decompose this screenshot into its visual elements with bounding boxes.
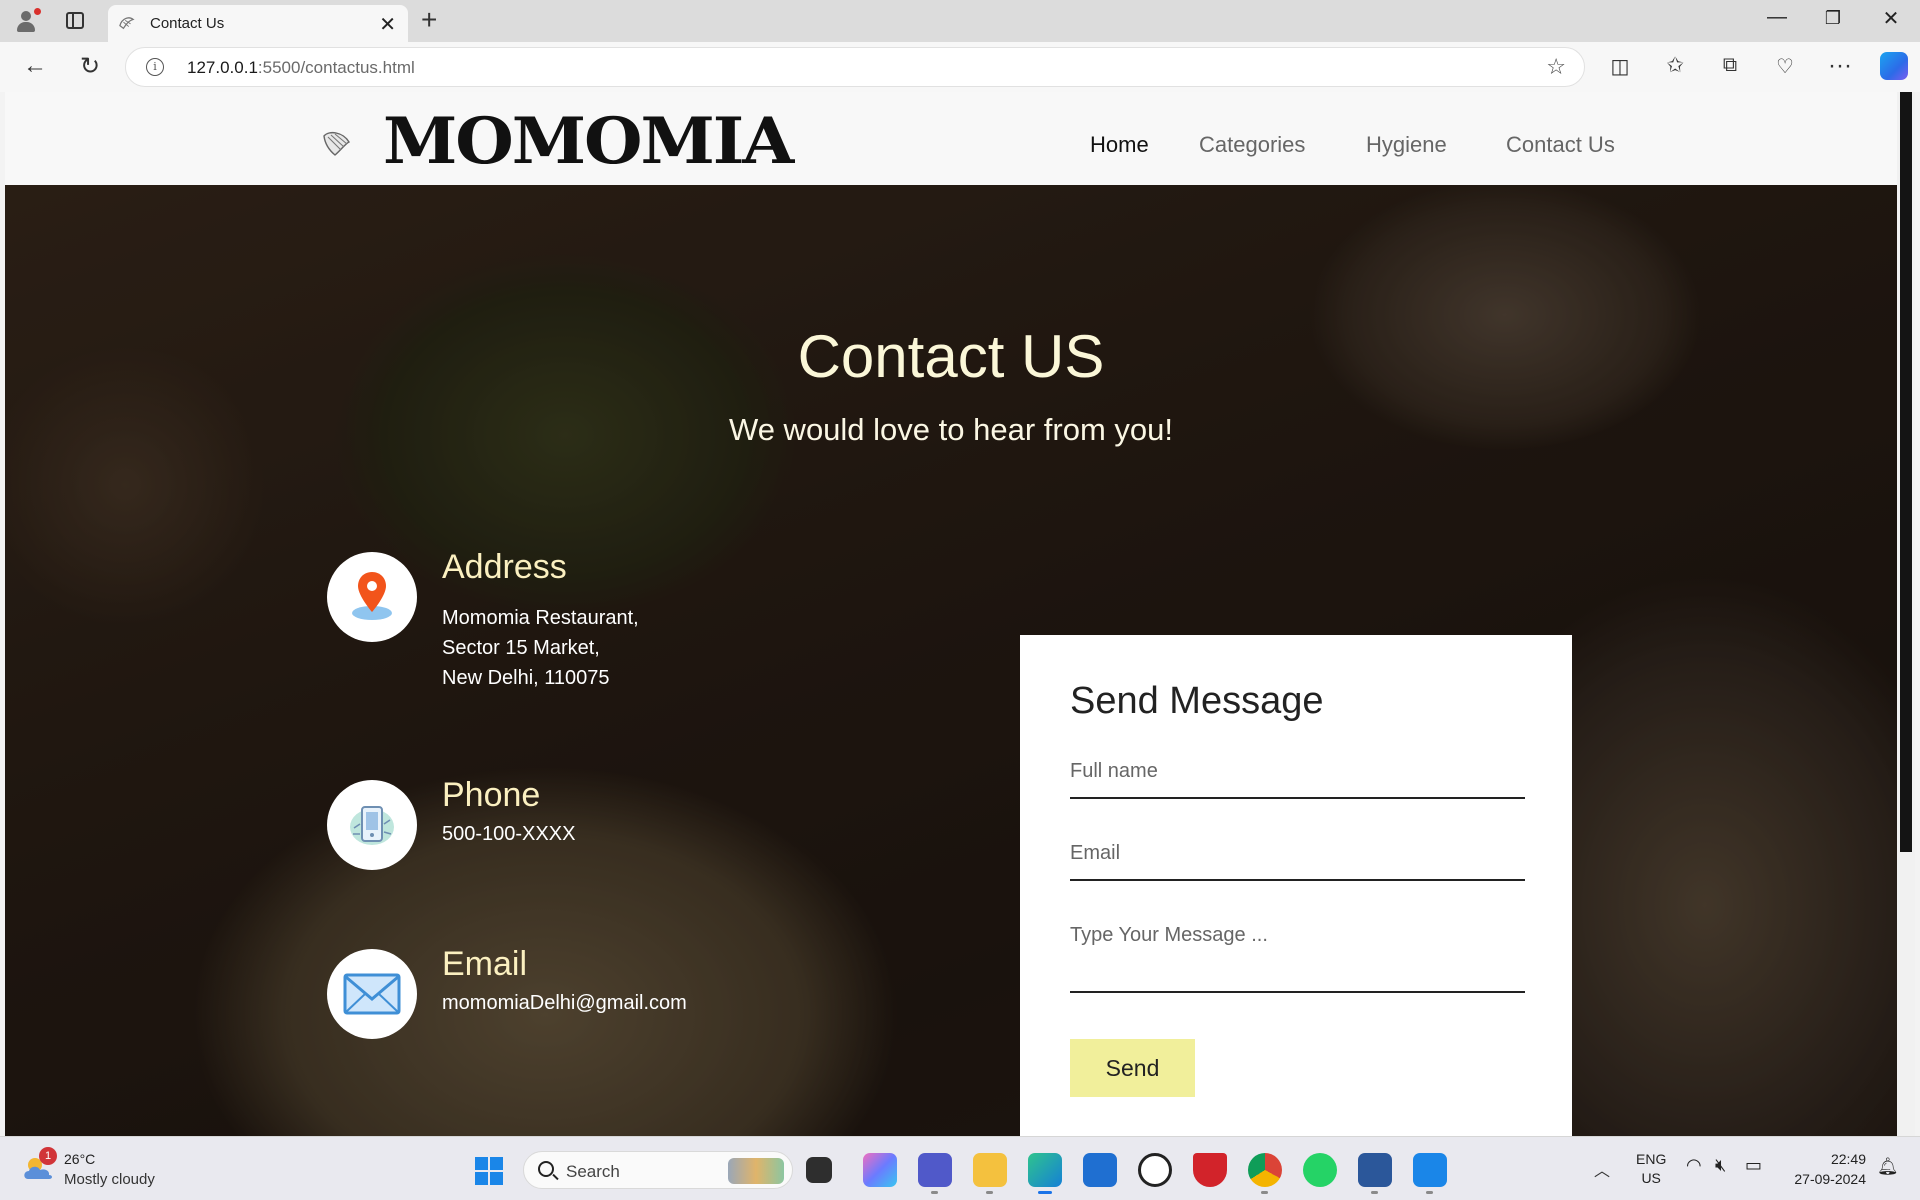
email-label: Email [442,945,528,983]
email-placeholder: Email [1070,842,1121,864]
address-line-1: Momomia Restaurant, [442,607,639,629]
taskbar-search-label: Search [566,1162,620,1181]
dell-icon[interactable] [1138,1153,1172,1187]
brand-logo[interactable]: MOMOMIA [383,104,794,179]
web-page: MOMOMIA Home Categories Hygiene Contact … [5,92,1897,1136]
tab-title: Contact Us [150,15,225,32]
phone-label: Phone [442,776,541,814]
windows-taskbar: 1 26°C Mostly cloudy Search ︿ ENG US ◠ 🔇︎… [0,1136,1920,1200]
phone-circle [327,780,417,870]
teams-icon[interactable] [918,1153,952,1194]
copilot-icon[interactable] [1880,52,1908,80]
word-icon[interactable] [1358,1153,1392,1194]
battery-icon[interactable]: ▭ [1745,1155,1762,1176]
nav-contact-us[interactable]: Contact Us [1506,132,1615,158]
message-placeholder: Type Your Message ... [1070,924,1268,946]
vscode-icon[interactable] [1413,1153,1447,1194]
wifi-icon[interactable]: ◠ [1686,1155,1702,1176]
location-pin-icon [352,572,392,620]
favorites-icon[interactable]: ✩ [1660,53,1690,78]
mcafee-icon[interactable] [1193,1153,1227,1187]
chrome-icon[interactable] [1248,1153,1282,1194]
nav-hygiene[interactable]: Hygiene [1366,132,1447,158]
address-circle [327,552,417,642]
site-navbar: MOMOMIA Home Categories Hygiene Contact … [5,92,1897,185]
browser-tab-contact-us[interactable]: Contact Us ✕ [108,5,408,42]
new-tab-icon[interactable]: + [421,4,437,36]
browser-essentials-icon[interactable]: ♡ [1770,54,1800,79]
form-heading: Send Message [1070,680,1324,722]
favorite-star-icon[interactable]: ☆ [1546,54,1566,80]
window-close-icon[interactable]: ✕ [1866,6,1916,31]
search-icon [538,1161,554,1177]
minimize-icon[interactable]: — [1752,6,1802,29]
taskbar-search[interactable]: Search [523,1151,793,1189]
address-bar[interactable]: i 127.0.0.1:5500/contactus.html ☆ [125,47,1585,87]
search-highlight-image [728,1158,784,1184]
nav-categories[interactable]: Categories [1199,132,1305,158]
phone-icon [350,806,394,845]
nav-home[interactable]: Home [1090,132,1149,158]
show-hidden-icons-chevron-icon[interactable]: ︿ [1594,1157,1610,1181]
language-indicator[interactable]: ENG US [1636,1150,1666,1188]
dumpling-logo-icon [323,131,350,156]
fullname-placeholder: Full name [1070,760,1158,782]
page-scrollbar[interactable] [1897,92,1915,1136]
more-menu-icon[interactable]: ··· [1825,52,1855,80]
page-subtitle: We would love to hear from you! [729,412,1173,447]
email-circle [327,949,417,1039]
site-info-icon[interactable]: i [146,58,164,76]
address-label: Address [442,548,567,586]
email-field[interactable]: Email [1070,842,1525,881]
notification-bell-icon[interactable]: 🔔︎ [1877,1157,1899,1177]
scrollbar-thumb[interactable] [1900,92,1912,852]
site-favicon-icon [119,17,135,30]
reload-icon[interactable]: ↻ [75,52,105,81]
page-title: Contact US [797,323,1105,390]
phone-number: 500-100-XXXX [442,823,576,845]
send-button[interactable]: Send [1070,1039,1195,1097]
email-address: momomiaDelhi@gmail.com [442,992,687,1014]
whatsapp-icon[interactable] [1303,1153,1337,1187]
copilot-app-icon[interactable] [863,1153,897,1187]
task-view-icon[interactable] [806,1157,832,1183]
weather-condition[interactable]: Mostly cloudy [64,1171,155,1188]
collections-icon[interactable]: ⧉ [1715,54,1745,77]
address-line-3: New Delhi, 110075 [442,667,610,689]
clock[interactable]: 22:49 27-09-2024 [1786,1149,1866,1189]
envelope-icon [343,973,401,1015]
windows-start-icon[interactable] [475,1157,503,1185]
address-line-2: Sector 15 Market, [442,637,600,659]
message-field[interactable]: Type Your Message ... [1070,924,1525,993]
volume-muted-icon[interactable]: 🔇︎ [1715,1155,1726,1176]
weather-temperature[interactable]: 26°C [64,1151,95,1167]
restore-icon[interactable]: ❐ [1808,8,1858,29]
weather-badge: 1 [39,1147,57,1165]
send-message-form: Send Message Full name Email Type Your M… [1020,635,1572,1136]
microsoft-store-icon[interactable] [1083,1153,1117,1187]
profile-icon[interactable] [14,8,41,33]
edge-browser-icon[interactable] [1028,1153,1062,1194]
fullname-field[interactable]: Full name [1070,760,1525,799]
split-screen-icon[interactable]: ◫ [1605,54,1635,79]
tab-actions-icon[interactable] [66,12,84,29]
browser-toolbar: ← ↻ i 127.0.0.1:5500/contactus.html ☆ ◫ … [0,42,1920,92]
tab-close-icon[interactable]: ✕ [379,12,396,37]
back-icon[interactable]: ← [20,52,50,80]
contact-hero: Contact US We would love to hear from yo… [5,185,1897,1136]
file-explorer-icon[interactable] [973,1153,1007,1194]
browser-tab-strip: Contact Us ✕ + — ❐ ✕ [0,0,1920,42]
address-url[interactable]: 127.0.0.1:5500/contactus.html [187,58,415,78]
